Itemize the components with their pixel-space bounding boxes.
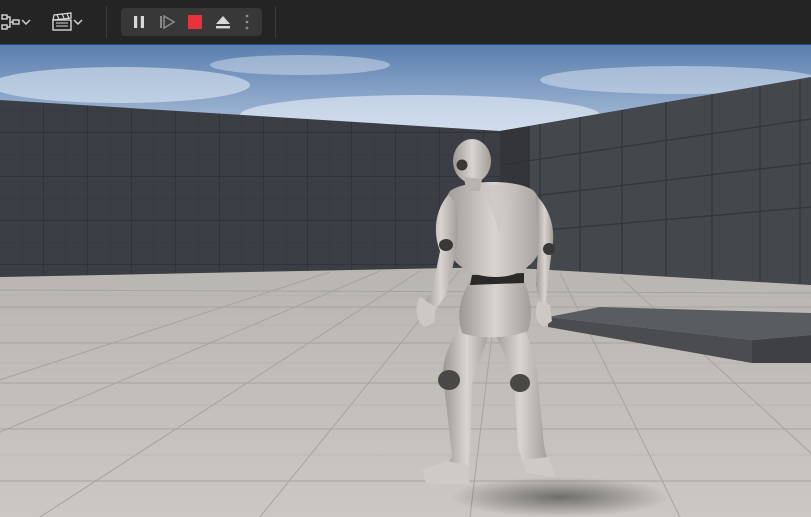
more-options-button[interactable] xyxy=(239,8,255,36)
play-controls-group xyxy=(121,8,262,36)
eject-button[interactable] xyxy=(211,8,235,36)
stop-button[interactable] xyxy=(183,8,207,36)
pause-icon xyxy=(131,14,147,30)
level-viewport[interactable] xyxy=(0,45,811,517)
frame-skip-button[interactable] xyxy=(155,8,179,36)
stop-icon xyxy=(187,14,203,30)
unreal-editor-window xyxy=(0,0,811,517)
toolbar-separator xyxy=(106,6,107,38)
blueprints-dropdown[interactable] xyxy=(0,8,32,36)
eject-icon xyxy=(214,14,232,30)
chevron-down-icon xyxy=(21,17,31,27)
chevron-down-icon xyxy=(73,17,83,27)
kebab-icon xyxy=(244,13,250,31)
blueprint-icon xyxy=(1,12,21,32)
frame-skip-icon xyxy=(158,14,176,30)
level-editor-toolbar xyxy=(0,0,811,45)
pause-button[interactable] xyxy=(127,8,151,36)
scene-render xyxy=(0,45,811,517)
cinematics-icon xyxy=(51,12,73,32)
cinematics-dropdown[interactable] xyxy=(48,8,86,36)
toolbar-separator xyxy=(275,6,276,38)
